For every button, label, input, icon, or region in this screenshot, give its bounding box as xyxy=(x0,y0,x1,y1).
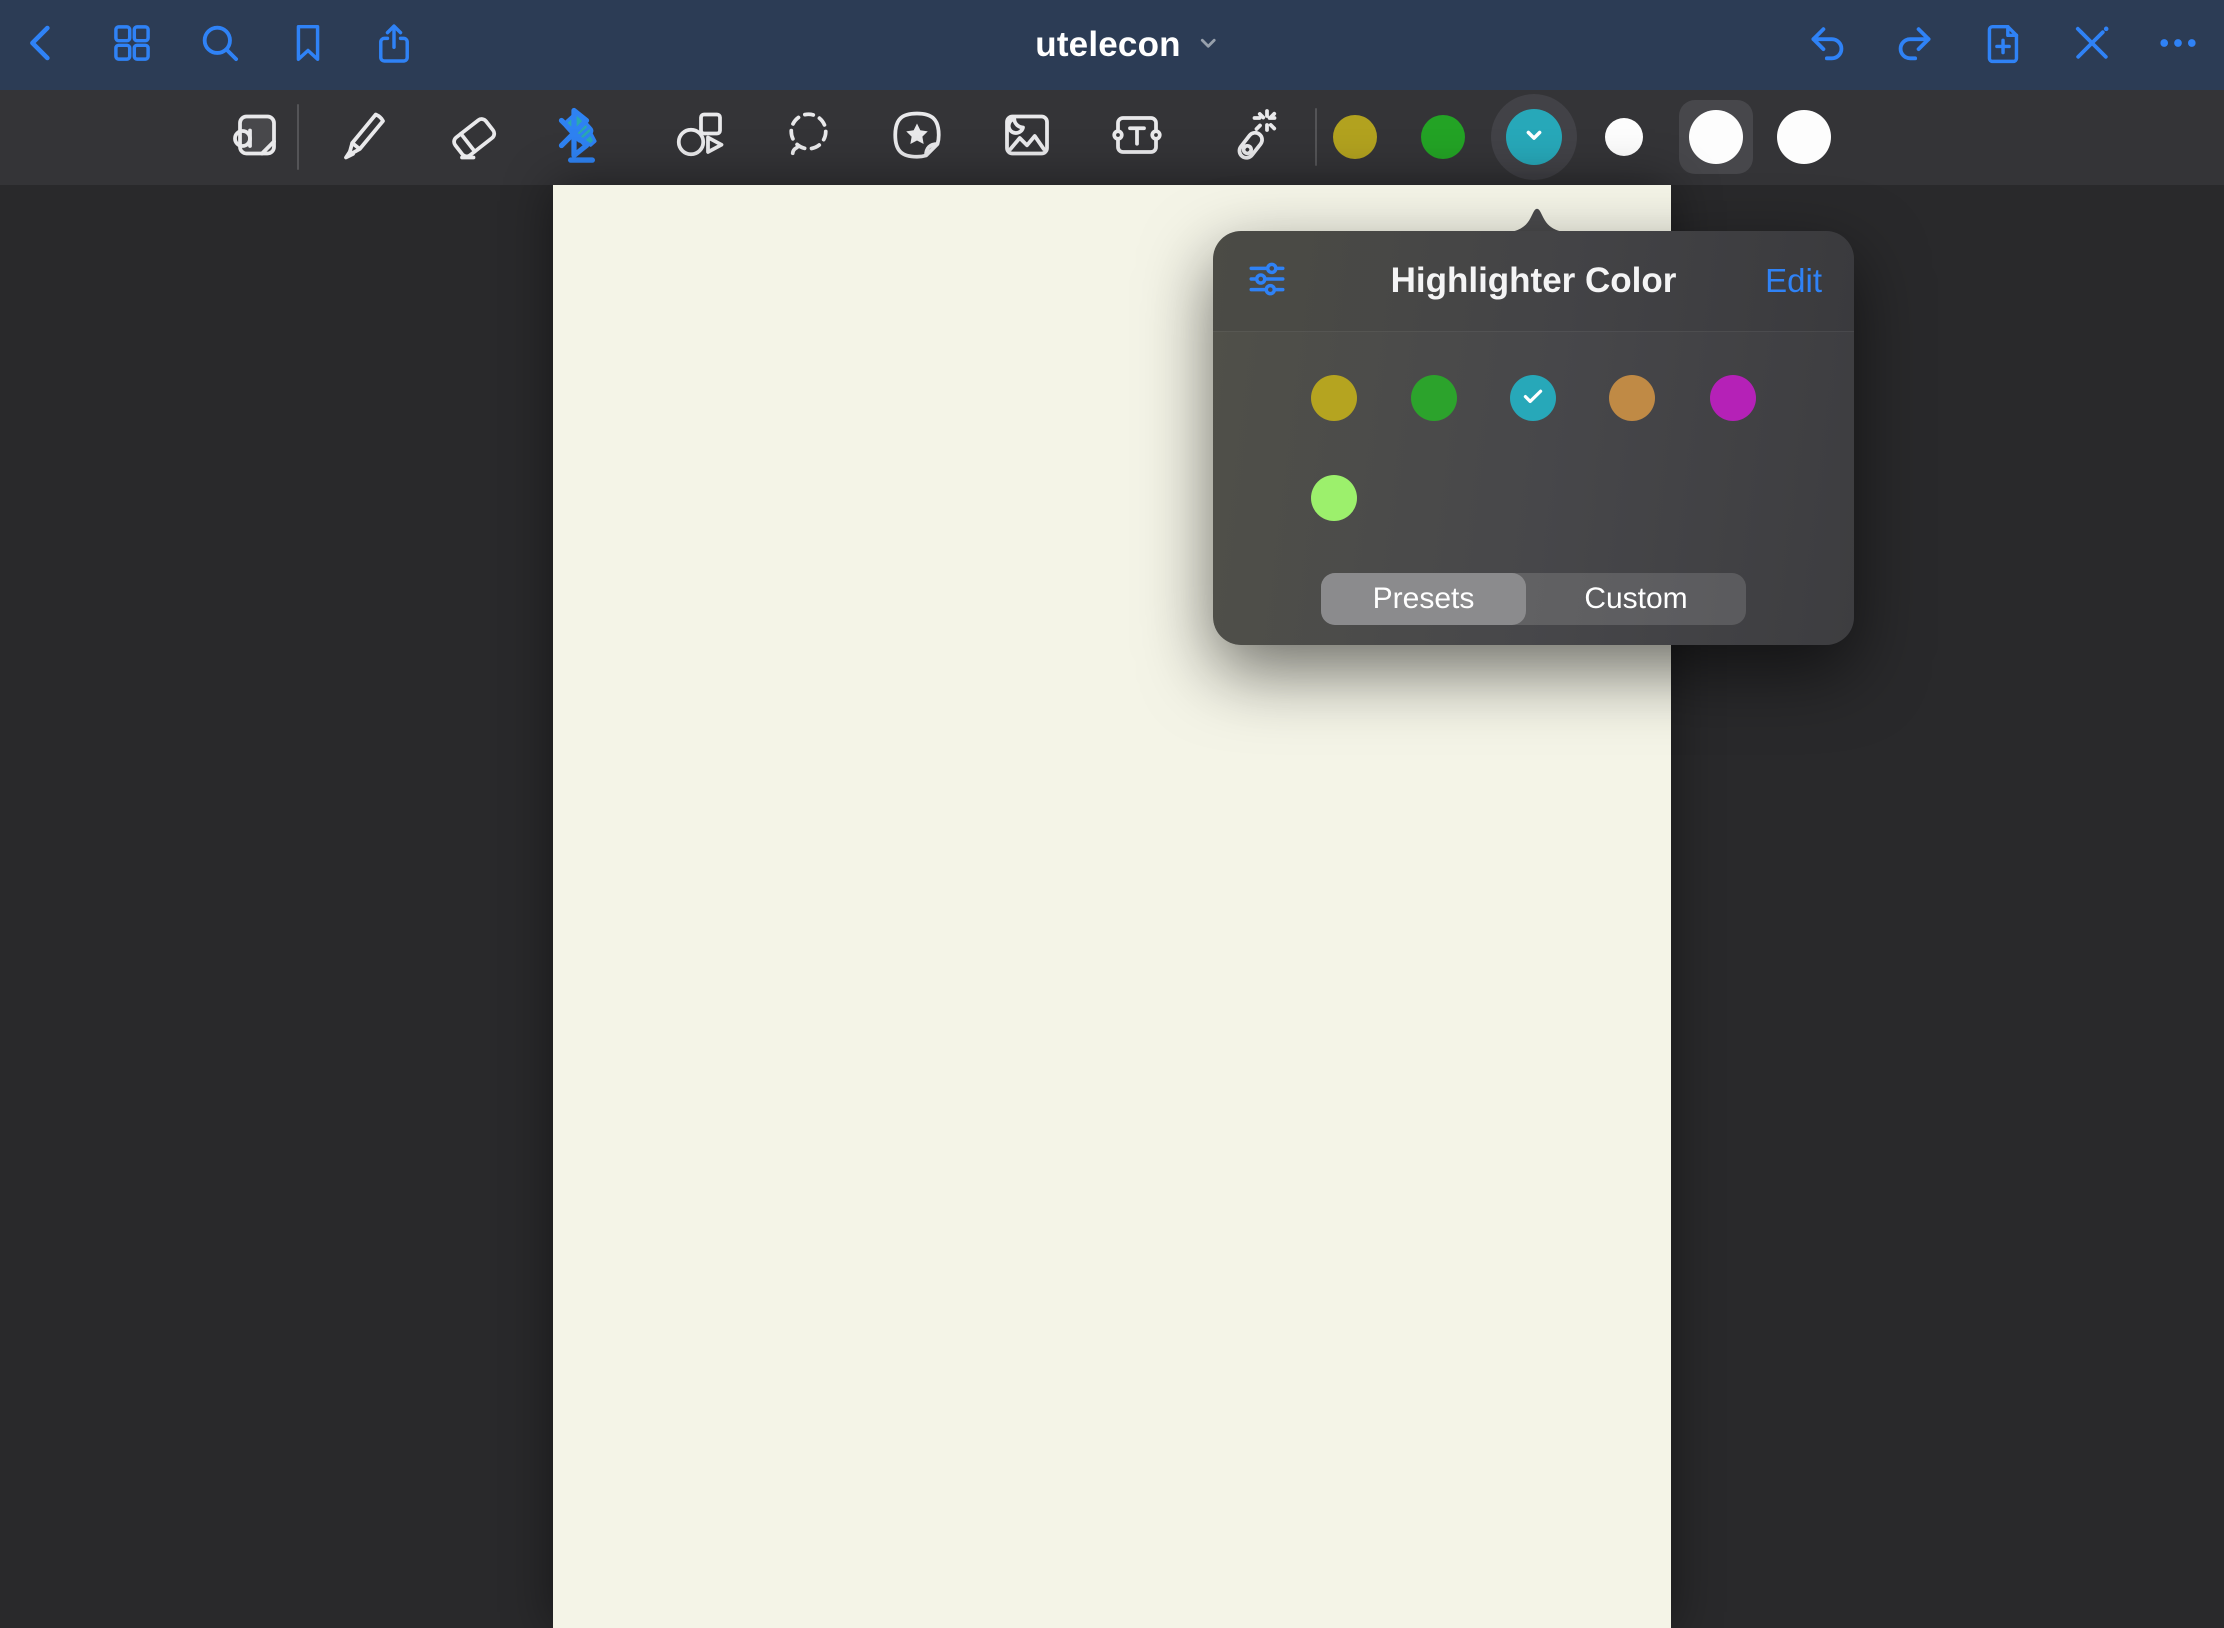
tool-text[interactable] xyxy=(1097,95,1177,179)
tool-highlighter[interactable] xyxy=(542,95,622,179)
search-icon xyxy=(197,20,243,71)
text-icon xyxy=(1107,105,1167,170)
tool-lasso[interactable] xyxy=(768,95,848,179)
add-page-button[interactable] xyxy=(1972,7,2036,83)
share-icon xyxy=(371,20,417,71)
app-window: utelecon xyxy=(0,0,2224,1628)
edit-button[interactable]: Edit xyxy=(1765,231,1822,331)
crossed-pen-icon xyxy=(2069,20,2115,71)
page-thumbnails-button[interactable] xyxy=(100,7,164,83)
tool-image[interactable] xyxy=(987,95,1067,179)
popover-arrow xyxy=(1497,197,1577,233)
swatch-olive[interactable] xyxy=(1311,375,1357,421)
selected-color-dot xyxy=(1506,109,1562,165)
color-preset-green[interactable] xyxy=(1421,115,1465,159)
share-button[interactable] xyxy=(362,7,426,83)
document-title: utelecon xyxy=(1035,25,1181,65)
checkmark-icon xyxy=(1520,383,1546,414)
laser-pointer-icon xyxy=(1220,105,1280,170)
swatch-green[interactable] xyxy=(1411,375,1457,421)
pen-icon xyxy=(335,105,395,170)
swatch-magenta[interactable] xyxy=(1710,375,1756,421)
tab-custom[interactable]: Custom xyxy=(1526,573,1746,625)
back-chevron-icon xyxy=(19,20,65,71)
back-button[interactable] xyxy=(10,7,74,83)
tool-zoom-window[interactable] xyxy=(215,95,295,179)
redo-icon xyxy=(1891,20,1937,71)
bluetooth-icon xyxy=(544,103,604,163)
tool-shapes[interactable] xyxy=(659,95,739,179)
bookmark-button[interactable] xyxy=(276,7,340,83)
tool-pen[interactable] xyxy=(325,95,405,179)
undo-button[interactable] xyxy=(1796,7,1860,83)
lasso-icon xyxy=(778,105,838,170)
swatch-tan[interactable] xyxy=(1609,375,1655,421)
toolbar-divider xyxy=(297,104,299,170)
color-preset-white[interactable] xyxy=(1605,118,1643,156)
image-icon xyxy=(997,105,1057,170)
swatch-teal-selected[interactable] xyxy=(1510,375,1556,421)
color-preset-teal-selected[interactable] xyxy=(1491,94,1577,180)
readonly-mode-button[interactable] xyxy=(2060,7,2124,83)
highlighter-color-popover: Highlighter Color Edit Presets Custom xyxy=(1213,231,1854,645)
stroke-preset-selected[interactable] xyxy=(1679,100,1753,174)
color-preset-olive[interactable] xyxy=(1333,115,1377,159)
tab-presets[interactable]: Presets xyxy=(1321,573,1526,625)
title-chevron-down-icon xyxy=(1195,30,1221,61)
stroke-preset-2[interactable] xyxy=(1777,110,1831,164)
top-navigation-bar: utelecon xyxy=(0,0,2224,90)
document-title-menu[interactable]: utelecon xyxy=(1035,0,1221,90)
thumbnails-grid-icon xyxy=(109,20,155,71)
zoom-window-icon xyxy=(225,105,285,170)
shapes-icon xyxy=(669,105,729,170)
thickness-settings-button[interactable] xyxy=(1243,257,1291,305)
popover-title: Highlighter Color xyxy=(1213,261,1854,301)
stroke-dot xyxy=(1689,110,1743,164)
toolbar-divider-colors xyxy=(1315,108,1317,166)
undo-icon xyxy=(1805,20,1851,71)
add-page-icon xyxy=(1981,20,2027,71)
bookmark-icon xyxy=(285,20,331,71)
eraser-icon xyxy=(444,105,504,170)
presets-custom-segmented-control: Presets Custom xyxy=(1321,573,1746,625)
search-button[interactable] xyxy=(188,7,252,83)
redo-button[interactable] xyxy=(1882,7,1946,83)
chevron-down-icon xyxy=(1519,120,1549,155)
swatch-light-green[interactable] xyxy=(1311,475,1357,521)
sliders-icon xyxy=(1245,257,1289,306)
sticker-star-icon xyxy=(887,105,947,170)
tool-eraser[interactable] xyxy=(434,95,514,179)
more-button[interactable] xyxy=(2146,7,2210,83)
ellipsis-icon xyxy=(2155,20,2201,71)
tool-elements-sticker[interactable] xyxy=(877,95,957,179)
highlighter-icon xyxy=(552,107,612,167)
tool-laser-pointer[interactable] xyxy=(1210,95,1290,179)
popover-header: Highlighter Color Edit xyxy=(1213,231,1854,332)
